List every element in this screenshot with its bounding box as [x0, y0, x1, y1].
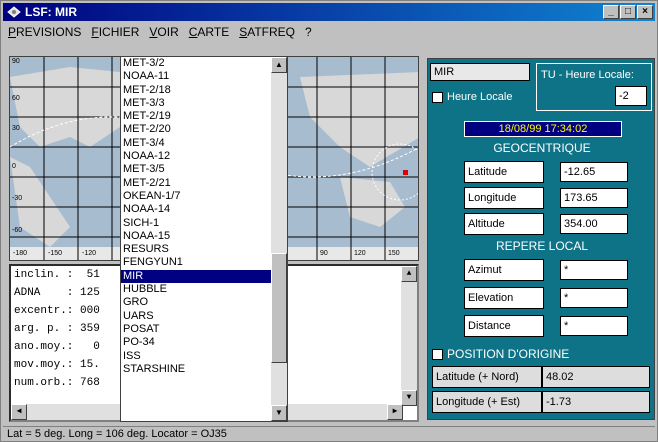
- lon-tick-m150: -150: [48, 250, 63, 257]
- satellite-list-item[interactable]: RESURS: [121, 243, 273, 256]
- tu-input[interactable]: -2: [615, 86, 647, 106]
- close-button[interactable]: ×: [637, 5, 653, 19]
- geocentrique-title: GEOCENTRIQUE: [493, 141, 591, 155]
- satellite-list-item[interactable]: GRO: [121, 296, 273, 309]
- satellite-list-item[interactable]: MET-2/21: [121, 177, 273, 190]
- azimut-field[interactable]: *: [560, 260, 628, 280]
- distance-label: Distance: [464, 315, 544, 337]
- satellite-list-item[interactable]: MET-2/20: [121, 123, 273, 136]
- satellite-icon: [7, 6, 21, 18]
- lon-tick-90: 90: [320, 250, 328, 257]
- lon-est-field[interactable]: -1.73: [542, 391, 650, 413]
- satellite-list-item[interactable]: MET-3/5: [121, 163, 273, 176]
- app-window: LSF: MIR _ □ × PREVISIONS FICHIER VOIR C…: [0, 0, 658, 442]
- menu-previsions[interactable]: PREVISIONS: [3, 23, 86, 41]
- lat-tick-30: 30: [12, 125, 20, 132]
- check-icon: ✓: [432, 91, 443, 103]
- lat-tick-m60: -60: [12, 227, 23, 234]
- satellite-list-item[interactable]: FENGYUN1: [121, 256, 273, 269]
- scroll-right-icon[interactable]: ▶: [387, 404, 403, 420]
- menu-help[interactable]: ?: [300, 23, 317, 41]
- lon-est-label: Longitude (+ Est): [432, 391, 542, 413]
- lat-nord-label: Latitude (+ Nord): [432, 366, 542, 388]
- params-vscrollbar[interactable]: ▲ ▼: [401, 266, 417, 406]
- longitude-field[interactable]: 173.65: [560, 188, 628, 208]
- tu-label: TU - Heure Locale:: [541, 69, 634, 81]
- satellite-list-item[interactable]: NOAA-12: [121, 150, 273, 163]
- satellite-list-item[interactable]: NOAA-11: [121, 70, 273, 83]
- satellite-list-item[interactable]: HUBBLE: [121, 283, 273, 296]
- scroll-left-icon[interactable]: ◀: [11, 404, 27, 420]
- minimize-button[interactable]: _: [603, 5, 619, 19]
- menu-bar: PREVISIONS FICHIER VOIR CARTE SATFREQ ?: [3, 23, 317, 41]
- satellite-list-item[interactable]: ISS: [121, 350, 273, 363]
- status-bar: Lat = 5 deg. Long = 106 deg. Locator = O…: [3, 426, 655, 441]
- satellite-list-item[interactable]: MET-3/3: [121, 97, 273, 110]
- lon-tick-120: 120: [354, 250, 366, 257]
- satellite-list-item[interactable]: POSAT: [121, 323, 273, 336]
- satellite-list-item[interactable]: OKEAN-1/7: [121, 190, 273, 203]
- title-bar[interactable]: LSF: MIR _ □ ×: [3, 3, 655, 21]
- scroll-up-icon[interactable]: ▲: [401, 266, 417, 282]
- distance-field[interactable]: *: [560, 316, 628, 336]
- position-origine-label: POSITION D'ORIGINE: [447, 347, 570, 361]
- repere-local-title: REPERE LOCAL: [495, 239, 589, 253]
- satellite-list-item[interactable]: MET-3/2: [121, 57, 273, 70]
- lat-tick-90: 90: [12, 58, 20, 65]
- satellite-list-item[interactable]: STARSHINE: [121, 363, 273, 376]
- lat-nord-field[interactable]: 48.02: [542, 366, 650, 388]
- check-icon: ✓: [432, 349, 443, 361]
- sat-name-label: MIR: [430, 63, 530, 81]
- info-panel: MIR ✓ Heure Locale TU - Heure Locale: -2 …: [427, 58, 655, 420]
- satellite-list[interactable]: MET-3/2 NOAA-11 MET-2/18 MET-3/3 MET-2/19 MET…: [120, 56, 288, 422]
- scroll-up-icon[interactable]: ▲: [271, 57, 287, 73]
- satellite-list-item[interactable]: NOAA-14: [121, 203, 273, 216]
- elevation-label: Elevation: [464, 287, 544, 309]
- window-title: LSF: MIR: [25, 5, 77, 19]
- lat-tick-0: 0: [12, 163, 16, 170]
- elevation-field[interactable]: *: [560, 288, 628, 308]
- satellite-list-item[interactable]: UARS: [121, 310, 273, 323]
- heure-locale-label: Heure Locale: [447, 91, 513, 103]
- lat-tick-60: 60: [12, 95, 20, 102]
- latitude-field[interactable]: -12.65: [560, 162, 628, 182]
- satellite-list-item[interactable]: SICH-1: [121, 217, 273, 230]
- menu-fichier[interactable]: FICHIER: [86, 23, 144, 41]
- menu-carte[interactable]: CARTE: [184, 23, 234, 41]
- tu-box: TU - Heure Locale: -2: [536, 63, 652, 111]
- latitude-label: Latitude: [464, 161, 544, 183]
- menu-voir[interactable]: VOIR: [144, 23, 183, 41]
- longitude-label: Longitude: [464, 187, 544, 209]
- lon-tick-m180: -180: [13, 250, 28, 257]
- satellite-list-item[interactable]: MET-2/18: [121, 84, 273, 97]
- satellite-list-item[interactable]: MIR: [121, 269, 273, 284]
- heure-locale-checkbox[interactable]: ✓ Heure Locale: [432, 91, 512, 103]
- lat-tick-m30: -30: [12, 195, 23, 202]
- satellite-list-item[interactable]: NOAA-15: [121, 230, 273, 243]
- satellite-list-item[interactable]: MET-3/4: [121, 137, 273, 150]
- satellite-list-item[interactable]: PO-34: [121, 336, 273, 349]
- lon-tick-150: 150: [388, 250, 400, 257]
- azimut-label: Azimut: [464, 259, 544, 281]
- scroll-thumb[interactable]: [271, 253, 287, 363]
- datetime-display: 18/08/99 17:34:02: [464, 121, 622, 137]
- scroll-down-icon[interactable]: ▼: [401, 390, 417, 406]
- lon-tick-m120: -120: [82, 250, 97, 257]
- altitude-field[interactable]: 354.00: [560, 214, 628, 234]
- menu-satfreq[interactable]: SATFREQ: [234, 23, 300, 41]
- satellite-list-item[interactable]: MET-2/19: [121, 110, 273, 123]
- altitude-label: Altitude: [464, 213, 544, 235]
- scroll-down-icon[interactable]: ▼: [271, 405, 287, 421]
- maximize-button[interactable]: □: [620, 5, 636, 19]
- satlist-scrollbar[interactable]: ▲ ▼: [271, 57, 287, 421]
- satellite-marker: [403, 170, 408, 175]
- position-origine-checkbox[interactable]: ✓ POSITION D'ORIGINE: [432, 347, 569, 361]
